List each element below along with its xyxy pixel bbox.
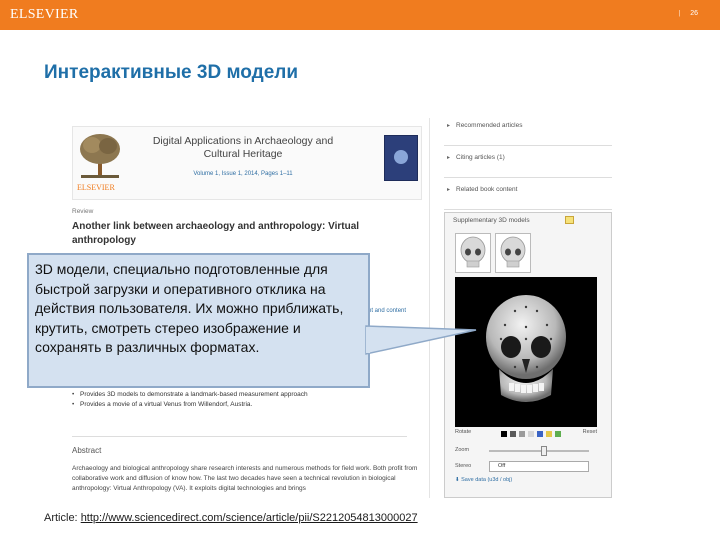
viewer-controls: Rotate Reset [455, 429, 597, 439]
model-thumbnail[interactable] [455, 233, 491, 273]
save-data-link[interactable]: ⬇ Save data (u3d / obj) [455, 477, 597, 489]
journal-volume[interactable]: Volume 1, Issue 1, 2014, Pages 1–11 [143, 171, 343, 177]
journal-publisher: ELSEVIER [77, 183, 115, 192]
chevron-right-icon: ▸ [447, 123, 451, 129]
partial-link[interactable]: nt and content [368, 308, 406, 314]
stereo-label: Stereo [455, 463, 472, 469]
tab-related-book-content[interactable]: ▸ Related book content [444, 180, 612, 210]
page-number: | 26 [678, 10, 698, 17]
zoom-slider-handle[interactable] [541, 446, 547, 456]
supplementary-title: Supplementary 3D models [453, 217, 530, 224]
bg-swatch[interactable] [546, 431, 552, 437]
bg-swatch[interactable] [555, 431, 561, 437]
abstract-heading: Abstract [72, 446, 102, 455]
rotate-button[interactable]: Rotate [455, 429, 471, 435]
journal-cover-image[interactable] [384, 135, 418, 181]
tab-recommended-articles[interactable]: ▸ Recommended articles [444, 116, 612, 146]
zoom-slider-track[interactable] [489, 450, 589, 452]
slide: ELSEVIER | 26 Интерактивные 3D модели ELS… [0, 0, 720, 540]
model-thumbnail[interactable] [495, 233, 531, 273]
chevron-right-icon: ▸ [447, 155, 451, 161]
skull-icon [460, 236, 486, 268]
abstract-text: Archaeology and biological anthropology … [72, 465, 418, 492]
zoom-control: Zoom [455, 445, 597, 457]
tab-citing-articles[interactable]: ▸ Citing articles (1) [444, 148, 612, 178]
bg-swatch[interactable] [537, 431, 543, 437]
tab-label: Related book content [456, 186, 518, 193]
slide-title: Интерактивные 3D модели [44, 62, 299, 83]
chevron-right-icon: ▸ [447, 187, 451, 193]
3d-model-viewer[interactable] [455, 277, 597, 427]
tab-label: Citing articles (1) [456, 154, 505, 161]
elsevier-brand: ELSEVIER [10, 7, 79, 22]
bg-swatch[interactable] [519, 431, 525, 437]
bg-swatch[interactable] [528, 431, 534, 437]
elsevier-tree-icon [80, 134, 120, 178]
save-data-label: Save data (u3d / obj) [461, 477, 513, 483]
journal-header: ELSEVIER Digital Applications in Archaeo… [72, 126, 422, 200]
skull-icon [500, 236, 526, 268]
skull-model-icon [486, 295, 566, 402]
section-divider [72, 436, 407, 437]
article-type: Review [72, 208, 94, 215]
header-bar: ELSEVIER | 26 [0, 0, 720, 30]
journal-title[interactable]: Digital Applications in Archaeology and … [143, 135, 343, 161]
bg-swatch[interactable] [510, 431, 516, 437]
article-url-link[interactable]: http://www.sciencedirect.com/science/art… [81, 512, 418, 524]
stereo-select[interactable]: Off [489, 461, 589, 472]
zoom-label: Zoom [455, 447, 470, 453]
folder-icon[interactable] [565, 216, 574, 224]
reset-button[interactable]: Reset [583, 429, 597, 435]
page-number-value: 26 [690, 10, 698, 17]
stereo-control: Stereo Off [455, 461, 597, 473]
highlight-item: Provides 3D models to demonstrate a land… [72, 390, 407, 400]
bg-swatch[interactable] [501, 431, 507, 437]
side-panel: ▸ Recommended articles ▸ Citing articles… [444, 116, 612, 498]
article-footer: Article: http://www.sciencedirect.com/sc… [44, 512, 418, 524]
article-title: Another link between archaeology and ant… [72, 221, 360, 246]
highlight-item: Provides a movie of a virtual Venus from… [72, 400, 407, 410]
callout-pointer [365, 325, 477, 355]
footer-prefix: Article: [44, 512, 81, 524]
callout-box: 3D модели, специально подготовленные для… [27, 253, 370, 388]
tab-label: Recommended articles [456, 122, 523, 129]
